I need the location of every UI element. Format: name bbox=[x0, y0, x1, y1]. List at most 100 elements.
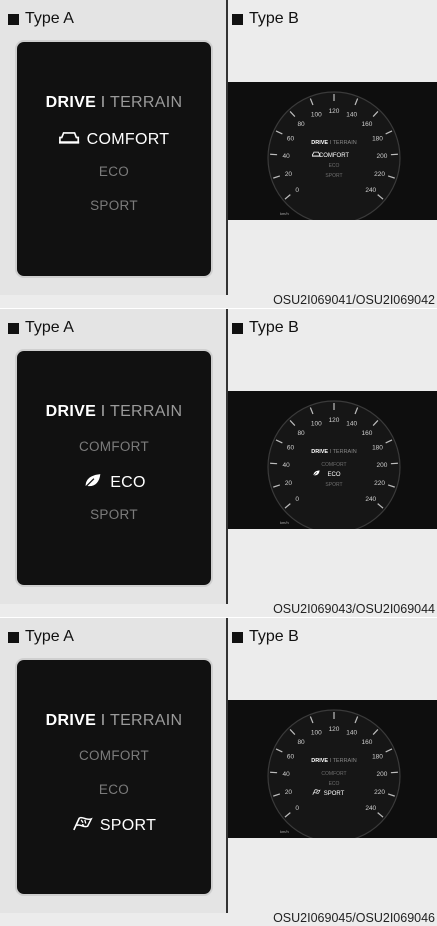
speed-unit-label: km/h bbox=[280, 211, 289, 216]
figure-panel-3: Type A Type B DRIVE I TERRAIN COMFORT ECO SPO… bbox=[0, 618, 437, 926]
speed-tick-label: 200 bbox=[376, 462, 387, 469]
cluster-mode-comfort: COMFORT bbox=[321, 771, 346, 777]
bullet-square-icon bbox=[8, 323, 19, 334]
mode-eco: ECO bbox=[17, 164, 211, 179]
drive-terrain-header: DRIVE I TERRAIN bbox=[17, 94, 211, 112]
speed-tick-label: 180 bbox=[372, 754, 383, 761]
cluster-terrain-label: I TERRAIN bbox=[330, 758, 357, 764]
mode-label: COMFORT bbox=[79, 748, 149, 763]
mode-label: ECO bbox=[99, 164, 129, 179]
mode-eco: ECO bbox=[17, 473, 211, 493]
speed-tick-label: 20 bbox=[285, 480, 293, 487]
speedometer-gauge: 020406080100120140160180200220240km/hDRI… bbox=[228, 700, 437, 838]
mode-label: SPORT bbox=[100, 817, 156, 834]
separator-label: I bbox=[101, 712, 106, 729]
terrain-label: TERRAIN bbox=[110, 712, 182, 729]
speedometer-gauge: 020406080100120140160180200220240km/hDRI… bbox=[228, 391, 437, 529]
mode-label: SPORT bbox=[90, 198, 138, 213]
separator-label: I bbox=[101, 94, 106, 111]
bullet-square-icon bbox=[232, 632, 243, 643]
eco-leaf-icon bbox=[82, 473, 104, 493]
cluster-terrain-label: I TERRAIN bbox=[330, 449, 357, 455]
cluster-mode-sport: SPORT bbox=[324, 791, 345, 797]
terrain-label: TERRAIN bbox=[110, 94, 182, 111]
cluster-mode-eco: ECO bbox=[327, 472, 340, 478]
speed-tick-label: 240 bbox=[365, 187, 376, 194]
figure-caption: OSU2I069045/OSU2I069046 bbox=[273, 911, 435, 925]
speed-tick-label: 160 bbox=[362, 121, 373, 128]
type-b-label: Type B bbox=[232, 628, 299, 646]
cluster-mode-sport: SPORT bbox=[325, 173, 342, 179]
speed-tick-label: 40 bbox=[282, 462, 290, 469]
cluster-drive-label: DRIVE bbox=[311, 449, 329, 455]
speed-tick-label: 60 bbox=[287, 136, 295, 143]
speed-tick-label: 40 bbox=[282, 153, 290, 160]
speed-tick-label: 140 bbox=[346, 111, 357, 118]
speedometer-gauge: 020406080100120140160180200220240km/hDRI… bbox=[228, 82, 437, 220]
speed-tick-label: 20 bbox=[285, 171, 293, 178]
speed-tick-label: 0 bbox=[295, 805, 299, 812]
speed-tick-label: 0 bbox=[295, 496, 299, 503]
speed-tick-label: 220 bbox=[374, 171, 385, 178]
cluster-drive-terrain-header: DRIVE I TERRAIN bbox=[311, 449, 356, 455]
figure-caption: OSU2I069043/OSU2I069044 bbox=[273, 602, 435, 616]
speed-tick-label: 220 bbox=[374, 789, 385, 796]
speed-tick-label: 60 bbox=[287, 445, 295, 452]
mode-comfort: COMFORT bbox=[17, 439, 211, 454]
mode-label: COMFORT bbox=[87, 131, 170, 148]
mode-sport: SPORT bbox=[17, 507, 211, 522]
bullet-square-icon bbox=[232, 14, 243, 25]
drive-terrain-header: DRIVE I TERRAIN bbox=[17, 712, 211, 730]
bullet-square-icon bbox=[8, 632, 19, 643]
figure-panel-2: Type A Type B DRIVE I TERRAIN COMFORT ECO SPO… bbox=[0, 309, 437, 617]
type-b-text: Type B bbox=[249, 319, 299, 337]
speed-tick-label: 80 bbox=[297, 121, 305, 128]
speed-tick-label: 100 bbox=[311, 111, 322, 118]
mode-comfort: COMFORT bbox=[17, 748, 211, 763]
speed-tick-label: 60 bbox=[287, 754, 295, 761]
speed-tick-label: 240 bbox=[365, 805, 376, 812]
speed-tick-label: 120 bbox=[329, 726, 340, 733]
cluster-drive-label: DRIVE bbox=[311, 140, 329, 146]
cluster-mode-sport: SPORT bbox=[325, 482, 342, 488]
speed-tick-label: 0 bbox=[295, 187, 299, 194]
figure-panel-1: Type A Type B DRIVE I TERRAIN COMFORT ECO SPO… bbox=[0, 0, 437, 308]
mode-label: ECO bbox=[110, 474, 146, 491]
mode-comfort: COMFORT bbox=[17, 130, 211, 150]
cluster-drive-terrain-header: DRIVE I TERRAIN bbox=[311, 758, 356, 764]
bullet-square-icon bbox=[8, 14, 19, 25]
mode-label: ECO bbox=[99, 782, 129, 797]
speed-unit-label: km/h bbox=[280, 520, 289, 525]
terrain-label: TERRAIN bbox=[110, 403, 182, 420]
drive-terrain-header: DRIVE I TERRAIN bbox=[17, 403, 211, 421]
cluster-mode-comfort: COMFORT bbox=[321, 462, 346, 468]
type-a-display-screen: DRIVE I TERRAIN COMFORT ECO SPORT bbox=[17, 660, 211, 894]
mode-sport: SPORT bbox=[17, 198, 211, 213]
type-b-label: Type B bbox=[232, 10, 299, 28]
mode-sport: SPORT bbox=[17, 816, 211, 836]
type-a-display-screen: DRIVE I TERRAIN COMFORT ECO SPORT bbox=[17, 351, 211, 585]
comfort-car-icon bbox=[59, 130, 81, 150]
speed-tick-label: 40 bbox=[282, 771, 290, 778]
mode-eco: ECO bbox=[17, 782, 211, 797]
drive-label: DRIVE bbox=[46, 403, 96, 420]
speed-tick-label: 240 bbox=[365, 496, 376, 503]
drive-label: DRIVE bbox=[46, 712, 96, 729]
drive-label: DRIVE bbox=[46, 94, 96, 111]
speed-unit-label: km/h bbox=[280, 829, 289, 834]
speed-tick-label: 200 bbox=[376, 153, 387, 160]
type-a-label: Type A bbox=[8, 628, 74, 646]
speed-tick-label: 220 bbox=[374, 480, 385, 487]
speed-tick-label: 140 bbox=[346, 420, 357, 427]
type-a-label: Type A bbox=[8, 319, 74, 337]
type-b-text: Type B bbox=[249, 628, 299, 646]
speed-tick-label: 80 bbox=[297, 430, 305, 437]
manual-page: Type A Type B DRIVE I TERRAIN COMFORT ECO SPO… bbox=[0, 0, 437, 925]
speed-tick-label: 180 bbox=[372, 445, 383, 452]
speed-tick-label: 20 bbox=[285, 789, 293, 796]
mode-label: COMFORT bbox=[79, 439, 149, 454]
speed-tick-label: 100 bbox=[311, 420, 322, 427]
type-a-text: Type A bbox=[25, 10, 74, 28]
bullet-square-icon bbox=[232, 323, 243, 334]
speed-tick-label: 200 bbox=[376, 771, 387, 778]
